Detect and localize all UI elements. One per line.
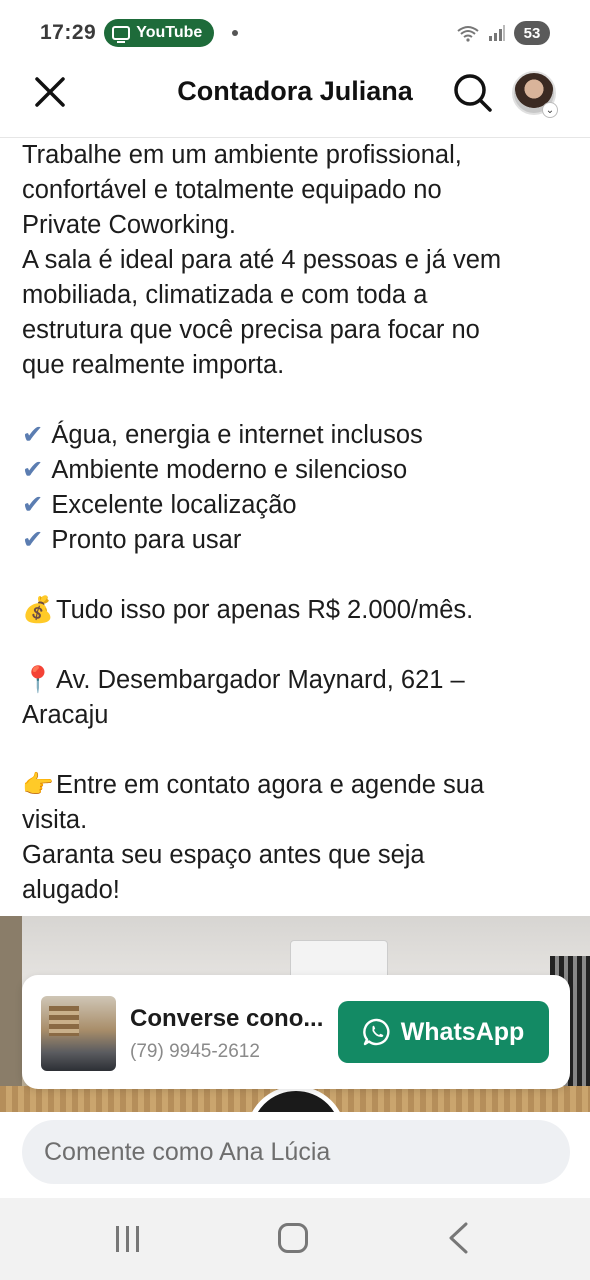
signal-icon [489, 25, 505, 41]
youtube-indicator-pill[interactable]: YouTube [104, 19, 215, 47]
feature-text: Ambiente moderno e silencioso [51, 456, 408, 484]
whatsapp-ad-card[interactable]: Converse cono... (79) 9945-2612 WhatsApp [22, 975, 570, 1089]
comment-input[interactable]: Comente como Ana Lúcia [22, 1120, 570, 1184]
page-title: Contadora Juliana [177, 76, 413, 106]
pointing-hand-icon: 👉 [22, 771, 54, 799]
comment-area: Comente como Ana Lúcia [0, 1112, 590, 1198]
post-intro-line: mobiliada, climatizada e com toda a [22, 281, 428, 309]
post-intro-line: que realmente importa. [22, 351, 285, 379]
address-text: Av. Desembargador Maynard, 621 – [56, 666, 465, 694]
close-icon[interactable] [32, 74, 68, 110]
post-intro-line: Trabalhe em um ambiente profissional, [22, 141, 462, 169]
feature-text: Água, energia e internet inclusos [51, 421, 423, 449]
post-intro-line: estrutura que você precisa para focar no [22, 316, 480, 344]
price-line: 💰Tudo isso por apenas R$ 2.000/mês. [22, 593, 578, 628]
status-icons: 53 [456, 21, 550, 45]
address-line: 📍Av. Desembargador Maynard, 621 – [22, 663, 578, 698]
wifi-icon [457, 26, 479, 42]
ad-thumbnail [41, 996, 116, 1071]
money-bag-icon: 💰 [22, 596, 54, 624]
checkmark-icon: ✔ [22, 421, 44, 449]
tv-icon [112, 26, 131, 43]
whatsapp-button[interactable]: WhatsApp [338, 1001, 549, 1063]
cta-line: alugado! [22, 876, 120, 904]
post-intro-line: Private Coworking. [22, 211, 236, 239]
app-header: Contadora Juliana ⌄ [0, 66, 590, 138]
checkmark-icon: ✔ [22, 526, 44, 554]
whatsapp-button-label: WhatsApp [400, 1017, 525, 1046]
feature-item: ✔ Água, energia e internet inclusos [22, 418, 578, 453]
recent-apps-icon[interactable] [113, 1224, 143, 1254]
system-nav-bar [0, 1198, 590, 1280]
status-time: 17:29 [40, 21, 97, 44]
post-intro-line: confortável e totalmente equipado no [22, 176, 442, 204]
post-body: Trabalhe em um ambiente profissional, co… [22, 138, 578, 908]
youtube-pill-label: YouTube [136, 24, 203, 41]
cta-text: Entre em contato agora e agende sua [56, 771, 485, 799]
feature-item: ✔ Excelente localização [22, 488, 578, 523]
cta-line: visita. [22, 806, 88, 834]
chevron-down-icon[interactable]: ⌄ [542, 102, 558, 118]
feature-item: ✔ Ambiente moderno e silencioso [22, 453, 578, 488]
back-icon[interactable] [446, 1222, 470, 1254]
post-intro-line: A sala é ideal para até 4 pessoas e já v… [22, 246, 502, 274]
cta-line: Garanta seu espaço antes que seja [22, 841, 425, 869]
status-bar: 17:29 YouTube 53 [0, 0, 590, 66]
ad-title: Converse cono... [130, 1005, 324, 1032]
feature-item: ✔ Pronto para usar [22, 523, 578, 558]
whatsapp-icon [362, 1018, 390, 1046]
ad-phone: (79) 9945-2612 [130, 1041, 260, 1062]
address-line-2: Aracaju [22, 701, 109, 729]
search-icon[interactable] [452, 72, 494, 114]
cta-line: 👉Entre em contato agora e agende sua [22, 768, 578, 803]
location-pin-icon: 📍 [22, 666, 54, 694]
home-icon[interactable] [278, 1223, 308, 1253]
notification-dot-icon [232, 30, 239, 36]
feature-text: Excelente localização [51, 491, 297, 519]
price-text: Tudo isso por apenas R$ 2.000/mês. [56, 596, 474, 624]
battery-indicator: 53 [514, 21, 550, 45]
feature-text: Pronto para usar [51, 526, 242, 554]
checkmark-icon: ✔ [22, 456, 44, 484]
checkmark-icon: ✔ [22, 491, 44, 519]
